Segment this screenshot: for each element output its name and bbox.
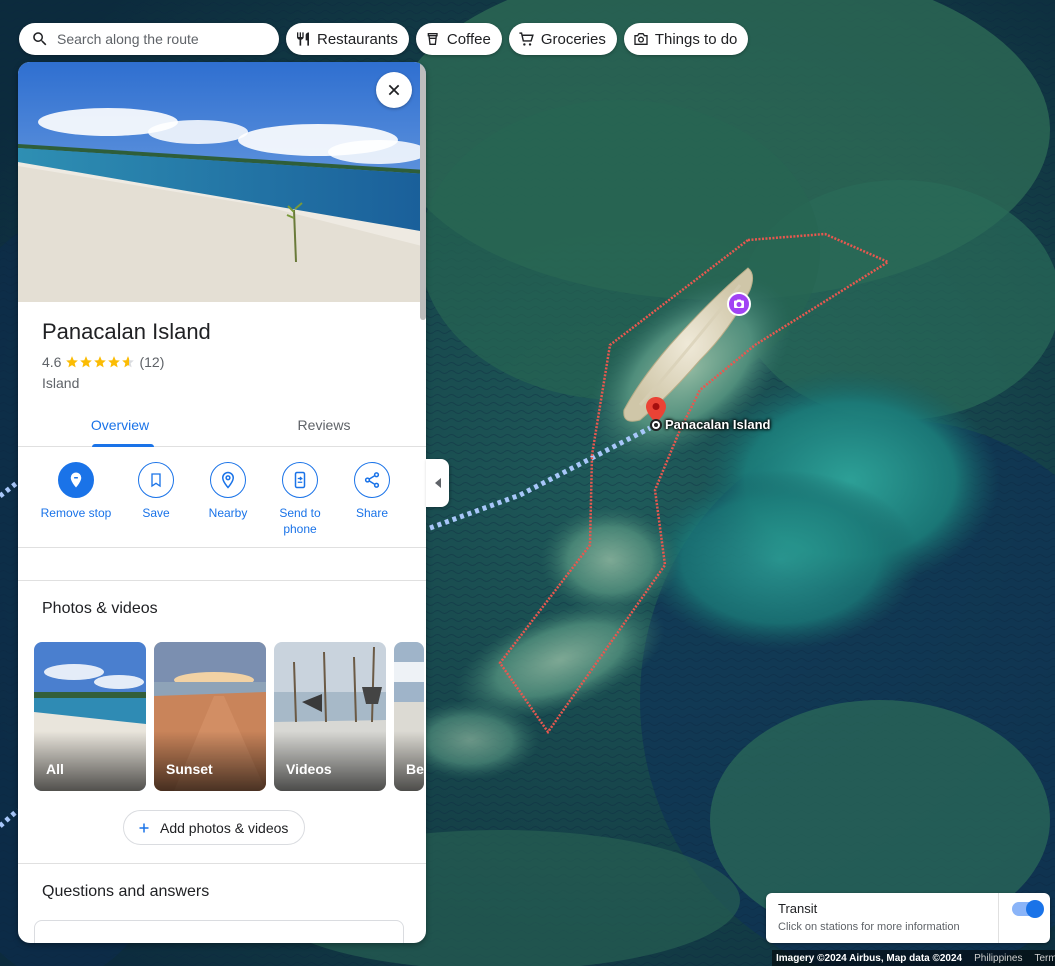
photo-card-label: All	[46, 761, 64, 777]
transit-subtitle: Click on stations for more information	[778, 921, 960, 933]
place-hero-photo[interactable]	[18, 62, 426, 302]
imagery-attribution: Imagery ©2024 Airbus, Map data ©2024	[776, 952, 963, 964]
camera-icon	[734, 299, 744, 308]
place-category[interactable]: Island	[42, 375, 79, 391]
add-photos-label: Add photos & videos	[160, 819, 289, 836]
chip-label: Groceries	[540, 30, 606, 48]
action-label: Nearby	[208, 506, 248, 520]
tab-overview[interactable]: Overview	[18, 407, 222, 447]
rating-row[interactable]: 4.6 (12)	[42, 354, 164, 370]
photo-card-label: Videos	[286, 761, 332, 777]
star-icon	[66, 356, 79, 368]
photo-poi-marker[interactable]	[727, 292, 751, 316]
nearby-button[interactable]: Nearby	[192, 462, 264, 537]
divider	[18, 863, 426, 864]
send-to-phone-button[interactable]: Send to phone	[264, 462, 336, 537]
photo-card-partial[interactable]: Be	[394, 642, 424, 791]
action-buttons-row: Remove stop Save Nearby Send to phone Sh…	[18, 462, 426, 537]
transit-layer-card[interactable]: Transit Click on stations for more infor…	[766, 893, 1050, 943]
chip-restaurants[interactable]: Restaurants	[286, 23, 409, 55]
photo-card-videos[interactable]: Videos	[274, 642, 386, 791]
plus-icon	[139, 823, 149, 832]
photo-card-label: Sunset	[166, 761, 213, 777]
star-icon	[94, 356, 107, 368]
star-icon	[108, 356, 121, 368]
camera-icon	[634, 33, 648, 45]
rating-value: 4.6	[42, 354, 62, 370]
send-to-phone-icon	[294, 471, 306, 489]
rating-stars	[65, 355, 135, 369]
place-tabs: Overview Reviews	[18, 407, 426, 447]
panel-scrollbar[interactable]	[420, 62, 426, 320]
chip-groceries[interactable]: Groceries	[508, 23, 617, 55]
transit-title: Transit	[778, 901, 818, 916]
search-input[interactable]	[57, 31, 257, 47]
photos-section-title: Photos & videos	[42, 600, 158, 617]
qa-section-title: Questions and answers	[42, 883, 210, 900]
star-icon	[122, 356, 135, 368]
map-place-label[interactable]: Panacalan Island	[665, 417, 771, 432]
close-icon	[388, 84, 400, 96]
action-label: Save	[142, 506, 170, 520]
share-icon	[364, 472, 380, 488]
bookmark-icon	[151, 473, 161, 488]
place-dot-marker[interactable]	[650, 419, 662, 431]
cart-icon	[519, 31, 534, 46]
place-details-panel: Panacalan Island 4.6 (12) Island Overvie…	[18, 62, 426, 943]
fork-knife-icon	[297, 32, 309, 46]
chip-label: Things to do	[654, 30, 738, 48]
remove-stop-icon	[70, 472, 82, 488]
photo-card-sunset[interactable]: Sunset	[154, 642, 266, 791]
review-count[interactable]: (12)	[139, 354, 164, 370]
qa-preview-card[interactable]	[34, 920, 404, 943]
chip-label: Coffee	[446, 30, 491, 48]
action-label: Send to phone	[279, 506, 321, 536]
chip-things-to-do[interactable]: Things to do	[623, 23, 749, 55]
photo-card-all[interactable]: All	[34, 642, 146, 791]
chip-label: Restaurants	[317, 30, 398, 48]
close-button[interactable]	[376, 72, 412, 108]
nearby-icon	[221, 471, 235, 489]
transit-toggle[interactable]	[1012, 900, 1044, 918]
star-icon	[80, 356, 93, 368]
divider	[18, 580, 426, 581]
add-photos-button[interactable]: Add photos & videos	[123, 810, 306, 845]
collapse-panel-button[interactable]	[426, 459, 449, 507]
map-attribution: Imagery ©2024 Airbus, Map data ©2024 Phi…	[772, 950, 1055, 966]
photo-carousel[interactable]: All Sunset Videos Be	[34, 642, 424, 791]
region-link[interactable]: Philippines	[974, 953, 1022, 964]
save-button[interactable]: Save	[120, 462, 192, 537]
terms-link[interactable]: Terms	[1035, 953, 1055, 964]
divider	[18, 547, 426, 548]
search-icon	[33, 32, 47, 46]
coffee-icon	[427, 33, 438, 45]
tab-reviews[interactable]: Reviews	[222, 407, 426, 446]
action-label: Share	[355, 506, 389, 520]
action-label: Remove stop	[40, 506, 112, 520]
remove-stop-button[interactable]: Remove stop	[32, 462, 120, 537]
photo-card-label: Be	[406, 761, 424, 777]
share-button[interactable]: Share	[336, 462, 408, 537]
chevron-left-icon	[434, 478, 441, 488]
search-box[interactable]	[19, 23, 279, 55]
route-search-bar: Restaurants Coffee Groceries Things to d…	[19, 23, 749, 55]
place-title: Panacalan Island	[42, 319, 211, 344]
beach-photo	[18, 62, 426, 302]
chip-coffee[interactable]: Coffee	[415, 23, 502, 55]
